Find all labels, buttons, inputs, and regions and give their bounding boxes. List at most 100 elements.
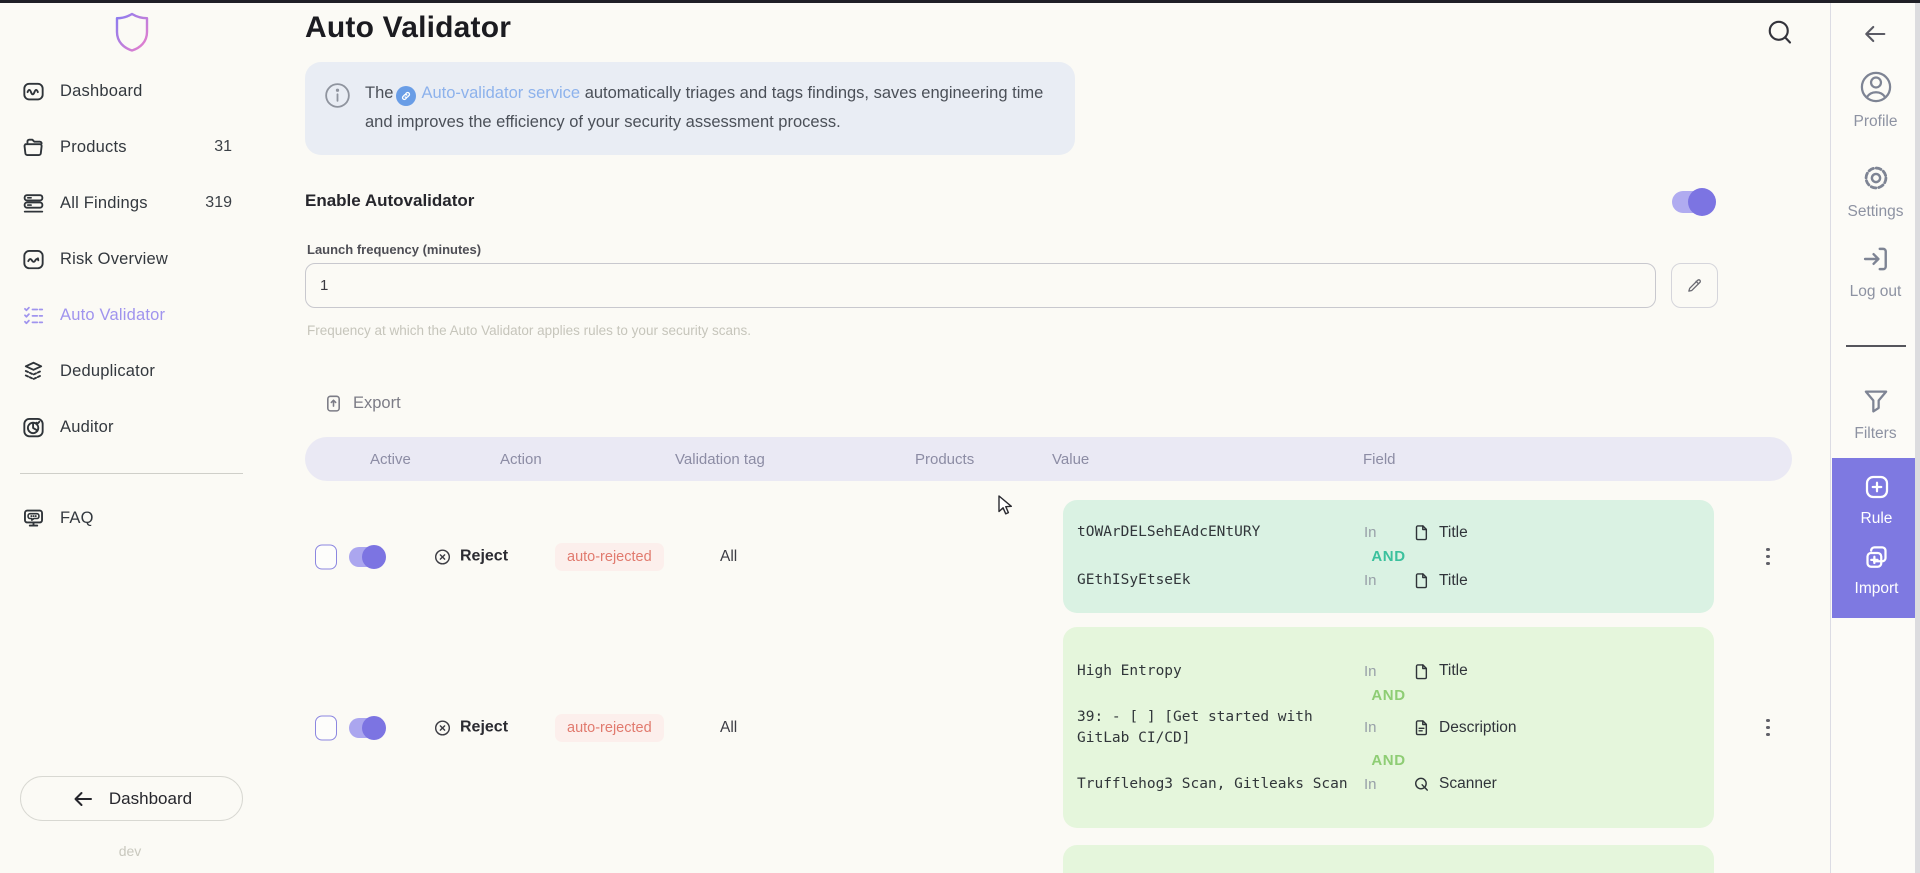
row-active-toggle[interactable]	[349, 547, 383, 567]
link-icon	[396, 86, 416, 106]
row-checkbox[interactable]	[315, 544, 337, 569]
gear-icon	[1859, 161, 1893, 195]
right-sidebar-item-label: Profile	[1854, 113, 1898, 131]
export-button[interactable]: Export	[323, 393, 401, 414]
condition-value: 39: - [ ] [Get started with GitLab CI/CD…	[1077, 707, 1364, 749]
sidebar-item-auto-validator[interactable]: Auto Validator	[0, 287, 260, 343]
condition-line: Trufflehog3 Scan, Gitleaks Scan In Scann…	[1077, 772, 1700, 797]
panel-action-import[interactable]: Import	[1832, 542, 1920, 598]
reject-icon	[433, 547, 452, 566]
rule-actions-panel: Rule Import	[1832, 458, 1915, 618]
condition-line: tOWArDELSehEAdcENtURY In Title	[1077, 520, 1700, 545]
rule-row: Rejectauto-rejectedAll High Entropy In T…	[305, 627, 1792, 828]
condition-operator: In	[1364, 719, 1412, 736]
right-sidebar-item-label: Log out	[1850, 283, 1902, 301]
condition-value: GEthISyEtseEk	[1077, 570, 1364, 591]
row-active-toggle[interactable]	[349, 718, 383, 738]
action-cell: Reject	[433, 547, 508, 566]
column-header-action: Action	[500, 437, 542, 481]
scanner-icon	[1412, 775, 1431, 794]
action-cell: Reject	[433, 718, 508, 737]
arrow-left-icon	[71, 787, 95, 811]
panel-action-rule[interactable]: Rule	[1832, 472, 1920, 528]
sidebar-divider	[20, 473, 243, 474]
column-header-active: Active	[370, 437, 411, 481]
collapse-panel-arrow-icon[interactable]	[1861, 20, 1889, 48]
sidebar-item-all-findings[interactable]: All Findings319	[0, 175, 260, 231]
products-cell: All	[720, 719, 737, 737]
search-icon[interactable]	[1765, 17, 1795, 47]
document-icon	[1412, 662, 1431, 681]
right-sidebar-divider	[1846, 345, 1906, 347]
products-cell: All	[720, 548, 737, 566]
condition-field-label: Scanner	[1439, 775, 1497, 793]
condition-field: Title	[1412, 662, 1468, 681]
condition-value: Trufflehog3 Scan, Gitleaks Scan	[1077, 774, 1364, 795]
launch-frequency-label: Launch frequency (minutes)	[307, 242, 481, 257]
export-icon	[323, 393, 344, 414]
sidebar-item-dashboard[interactable]: Dashboard	[0, 63, 260, 119]
export-button-label: Export	[353, 394, 401, 413]
logout-icon	[1860, 243, 1892, 275]
column-header-validation-tag: Validation tag	[675, 437, 765, 481]
column-header-field: Field	[1363, 437, 1396, 481]
panel-action-label: Rule	[1861, 510, 1893, 528]
conditions-box: tOWArDELSehEAdcENtURY In Title AND GEthIS…	[1063, 500, 1714, 613]
sidebar-item-auditor[interactable]: Auditor	[0, 399, 260, 455]
sidebar-item-products[interactable]: Products 31	[0, 119, 260, 175]
edit-frequency-button[interactable]	[1671, 263, 1718, 308]
back-button-label: Dashboard	[109, 789, 192, 809]
banner-text: TheAuto-validator service automatically …	[365, 79, 1065, 137]
auto-validator-service-link[interactable]: Auto-validator service	[421, 84, 580, 102]
sidebar-item-label: Deduplicator	[60, 362, 155, 381]
column-header-value: Value	[1052, 437, 1089, 481]
row-checkbox[interactable]	[315, 715, 337, 740]
sidebar-item-risk-overview[interactable]: Risk Overview	[0, 231, 260, 287]
launch-frequency-input[interactable]	[305, 263, 1656, 308]
right-sidebar-item-profile[interactable]: Profile	[1831, 69, 1920, 131]
right-sidebar-item-filters[interactable]: Filters	[1831, 385, 1920, 443]
document-lines-icon	[1412, 718, 1431, 737]
condition-line: GEthISyEtseEk In Title	[1077, 568, 1700, 593]
sidebar-item-deduplicator[interactable]: Deduplicator	[0, 343, 260, 399]
condition-line: 39: - [ ] [Get started with GitLab CI/CD…	[1077, 707, 1700, 749]
condition-operator: In	[1364, 776, 1412, 793]
condition-operator: In	[1364, 663, 1412, 680]
enable-autovalidator-toggle[interactable]	[1672, 191, 1712, 213]
environment-label: dev	[0, 843, 260, 859]
right-sidebar-item-log-out[interactable]: Log out	[1831, 243, 1920, 301]
condition-line: High Entropy In Title	[1077, 659, 1700, 684]
condition-field: Title	[1412, 523, 1468, 542]
and-operator-label: AND	[1077, 548, 1700, 565]
info-icon	[323, 81, 352, 110]
row-menu-button[interactable]	[1758, 545, 1778, 569]
row-menu-button[interactable]	[1758, 716, 1778, 740]
products-icon	[21, 135, 46, 160]
condition-field: Description	[1412, 718, 1517, 737]
rule-row: Particularly In Description	[305, 845, 1792, 873]
right-sidebar-item-settings[interactable]: Settings	[1831, 161, 1920, 221]
sidebar-item-label: Products	[60, 138, 127, 157]
sidebar-item-label: Dashboard	[60, 82, 143, 101]
main-content: Auto Validator TheAuto-validator service…	[260, 3, 1830, 873]
import-icon	[1862, 542, 1892, 572]
table-header: ActiveActionValidation tagProductsValueF…	[305, 437, 1792, 481]
sidebar-item-count: 31	[214, 138, 232, 156]
frequency-help-text: Frequency at which the Auto Validator ap…	[307, 323, 751, 338]
and-operator-label: AND	[1077, 687, 1700, 704]
condition-field-label: Description	[1439, 719, 1517, 737]
condition-field-label: Title	[1439, 572, 1468, 590]
sidebar-item-label: All Findings	[60, 194, 148, 213]
back-to-dashboard-button[interactable]: Dashboard	[20, 776, 243, 821]
conditions-box: Particularly In Description	[1063, 845, 1714, 873]
sidebar-item-faq[interactable]: FAQ	[0, 490, 260, 546]
profile-icon	[1858, 69, 1894, 105]
condition-field: Title	[1412, 571, 1468, 590]
findings-icon	[21, 191, 46, 216]
enable-autovalidator-label: Enable Autovalidator	[305, 191, 474, 211]
rule-row: Rejectauto-rejectedAll tOWArDELSehEAdcEN…	[305, 500, 1792, 613]
page-scrollbar[interactable]	[1915, 0, 1920, 873]
filter-icon	[1860, 385, 1892, 417]
condition-operator: In	[1364, 524, 1412, 541]
add-rule-icon	[1862, 472, 1892, 502]
